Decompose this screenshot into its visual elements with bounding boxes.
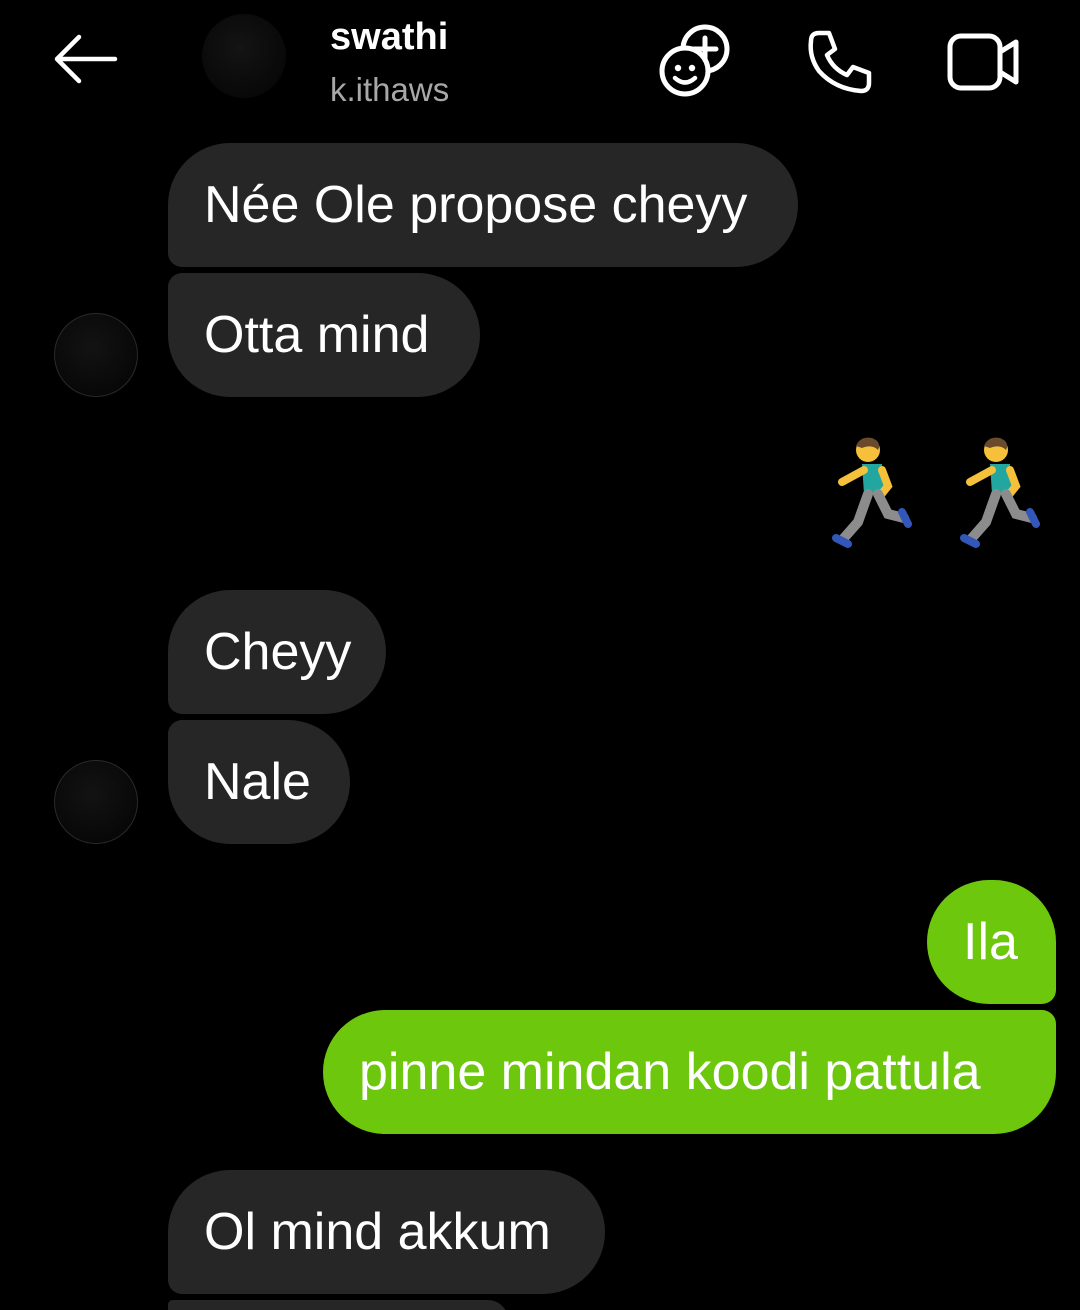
- man-running-emoji[interactable]: [956, 434, 1040, 550]
- message-bubble-outgoing[interactable]: Ila: [927, 880, 1056, 1004]
- effects-button[interactable]: [656, 22, 736, 102]
- voice-call-button[interactable]: [800, 22, 880, 102]
- effects-icon: [659, 24, 730, 97]
- message-bubble-incoming[interactable]: Née Ole propose cheyy: [168, 143, 798, 267]
- contact-avatar[interactable]: [202, 14, 286, 98]
- message-bubble-incoming[interactable]: Otta mind: [168, 273, 480, 397]
- message-bubble-incoming-partial[interactable]: [168, 1300, 508, 1310]
- video-call-button[interactable]: [944, 22, 1024, 102]
- contact-name[interactable]: swathi: [330, 14, 448, 60]
- chat-screen: swathi k.ithaws Née Ole propose cheyy Ot…: [0, 0, 1080, 1310]
- peer-avatar[interactable]: [54, 313, 138, 397]
- peer-avatar[interactable]: [54, 760, 138, 844]
- phone-icon: [808, 30, 872, 94]
- message-bubble-incoming[interactable]: Cheyy: [168, 590, 386, 714]
- back-button[interactable]: [44, 24, 124, 94]
- message-bubble-outgoing[interactable]: pinne mindan koodi pattula: [323, 1010, 1056, 1134]
- video-camera-icon: [947, 33, 1019, 91]
- message-bubble-incoming[interactable]: Ol mind akkum: [168, 1170, 605, 1294]
- message-bubble-incoming[interactable]: Nale: [168, 720, 350, 844]
- chat-header: swathi k.ithaws: [0, 0, 1080, 120]
- back-arrow-icon: [54, 34, 118, 84]
- man-running-emoji[interactable]: [828, 434, 912, 550]
- contact-username[interactable]: k.ithaws: [330, 68, 449, 112]
